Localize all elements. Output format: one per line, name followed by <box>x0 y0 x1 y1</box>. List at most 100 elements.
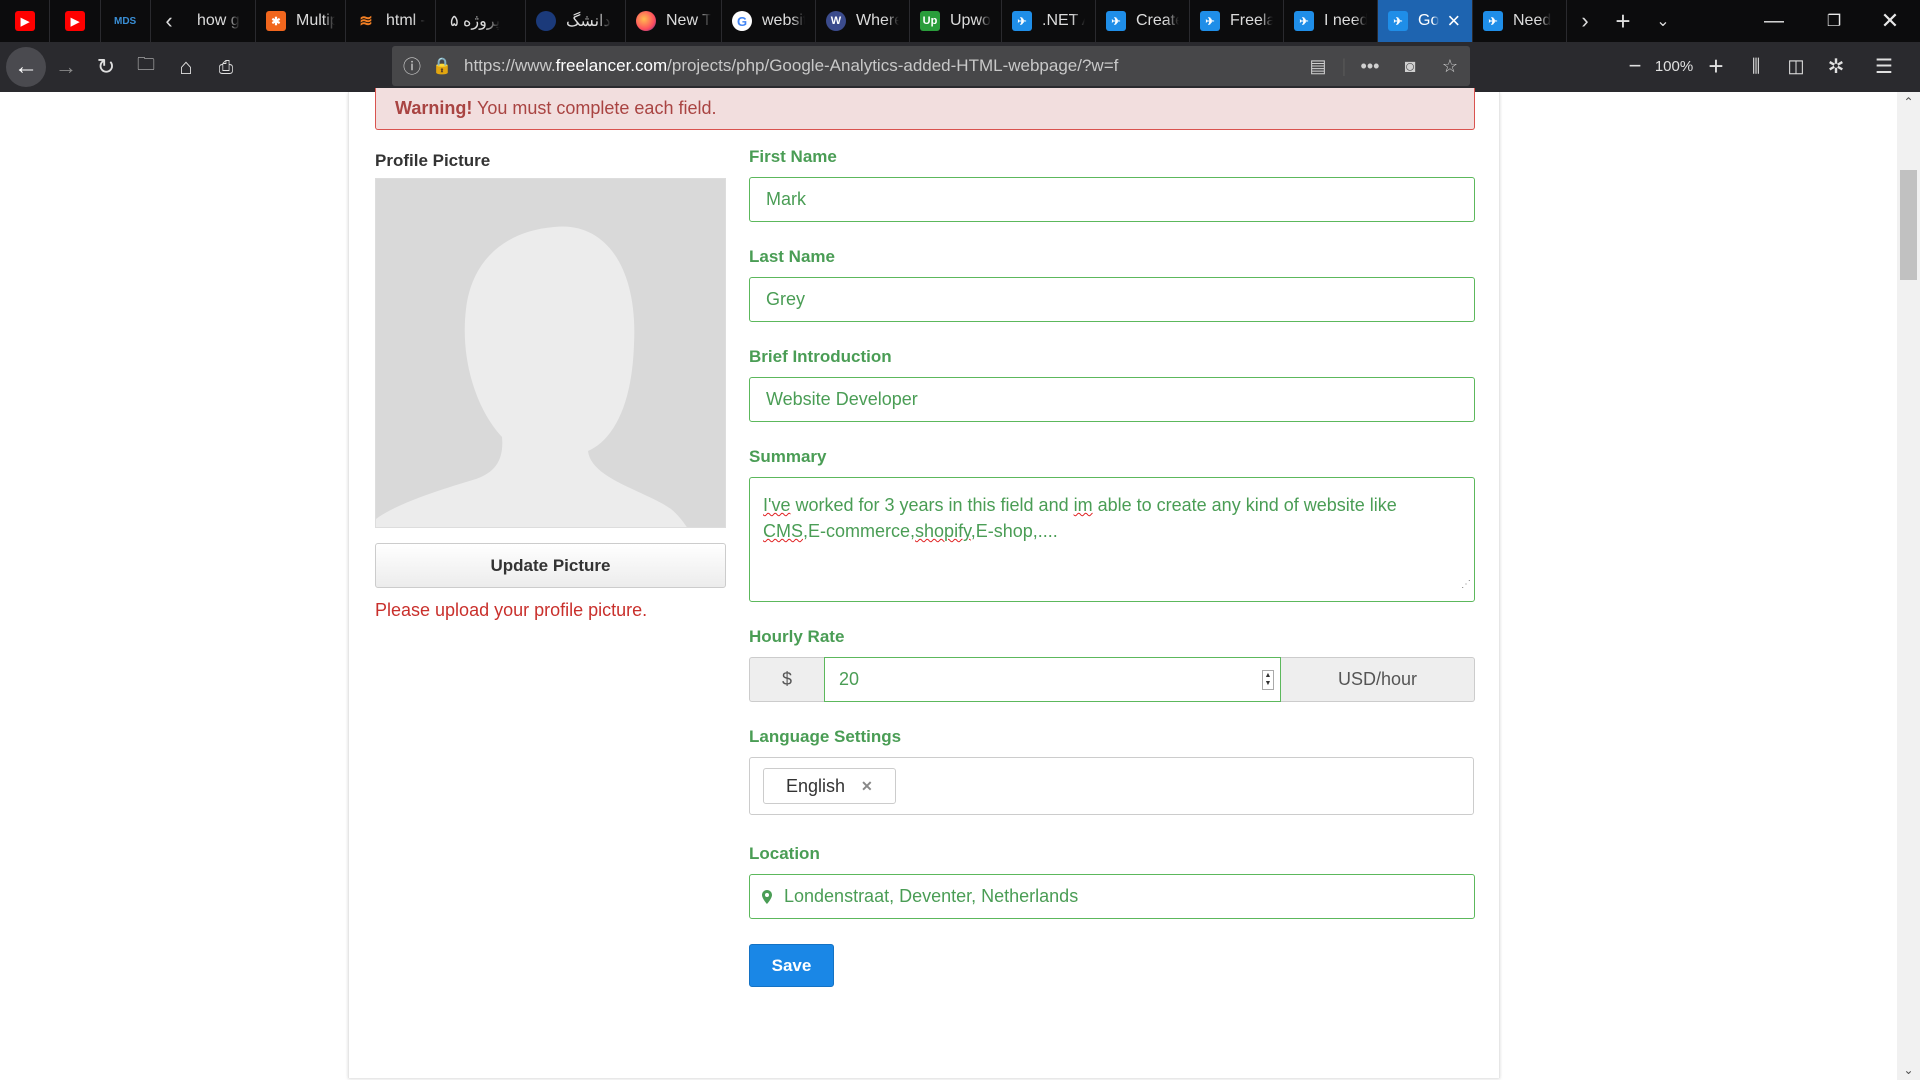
zoom-out-icon[interactable]: − <box>1618 46 1652 86</box>
menu-hamburger-icon[interactable]: ☰ <box>1856 46 1912 86</box>
reader-view-icon[interactable]: ▤ <box>1298 56 1338 77</box>
language-select[interactable]: English ✕ <box>749 757 1474 815</box>
hourly-rate-label: Hourly Rate <box>749 627 845 646</box>
update-picture-button[interactable]: Update Picture <box>375 543 726 588</box>
university-icon <box>536 11 556 31</box>
remove-language-icon[interactable]: ✕ <box>861 778 873 795</box>
hourly-rate-field[interactable]: 20 ▲ ▼ <box>824 657 1281 702</box>
brief-introduction-field[interactable]: Website Developer <box>749 377 1475 422</box>
first-name-field[interactable]: Mark <box>749 177 1475 222</box>
freelancer-icon: ✈ <box>1388 11 1408 31</box>
tab-freelancer[interactable]: ✈ Freela <box>1190 0 1284 42</box>
bookmark-star-icon[interactable]: ☆ <box>1430 56 1470 77</box>
close-window-icon[interactable]: ✕ <box>1862 0 1918 42</box>
tab-how[interactable]: how g <box>187 0 256 42</box>
print-icon[interactable]: ⎙ <box>206 47 246 87</box>
pocket-icon[interactable]: ◙ <box>1390 56 1430 77</box>
tab-youtube-1[interactable]: ▶ <box>0 0 50 42</box>
mds-icon: MDS <box>114 15 137 27</box>
tab-website[interactable]: Gwebsit <box>722 0 816 42</box>
profile-picture-label: Profile Picture <box>375 151 491 170</box>
orange-star-icon: ✱ <box>266 11 286 31</box>
firefox-icon <box>636 11 656 31</box>
scrollbar-thumb[interactable] <box>1900 170 1917 280</box>
save-button[interactable]: Save <box>749 944 834 987</box>
back-icon[interactable]: ← <box>6 47 46 87</box>
upwork-icon: Up <box>920 11 940 31</box>
freelancer-icon: ✈ <box>1294 11 1314 31</box>
avatar-silhouette-icon <box>376 179 725 527</box>
tab-multip[interactable]: ✱ Multip <box>256 0 346 42</box>
library-icon[interactable]: ⫼ <box>1736 46 1776 86</box>
brief-introduction-label: Brief Introduction <box>749 347 892 366</box>
tab-where[interactable]: W Where <box>816 0 910 42</box>
tab-create[interactable]: ✈Create <box>1096 0 1190 42</box>
url-bar[interactable]: ⓘ 🔒 https://www.freelancer.com/projects/… <box>392 46 1470 86</box>
summary-textarea[interactable]: I've worked for 3 years in this field an… <box>749 477 1475 602</box>
tab-scroll-right-icon[interactable]: › <box>1567 0 1603 42</box>
settings-gear-icon[interactable]: ✲ <box>1816 46 1856 86</box>
youtube-icon: ▶ <box>15 11 35 31</box>
freelancer-icon: ✈ <box>1483 11 1503 31</box>
tab-youtube-2[interactable]: ▶ <box>50 0 101 42</box>
tab-dotnet[interactable]: ✈.NET A <box>1002 0 1096 42</box>
sidebar-icon[interactable]: ◫ <box>1776 46 1816 86</box>
tab-upwork[interactable]: Up Upwo <box>910 0 1002 42</box>
profile-edit-card: Warning! You must complete each field. P… <box>348 88 1500 1078</box>
scroll-up-icon[interactable]: ⌃ <box>1897 92 1920 112</box>
tab-project5[interactable]: پروژه ۵ <box>436 0 526 42</box>
zoom-level[interactable]: 100% <box>1652 58 1696 75</box>
home-icon[interactable]: ⌂ <box>166 47 206 87</box>
freelancer-icon: ✈ <box>1012 11 1032 31</box>
list-tabs-icon[interactable]: ⌄ <box>1643 0 1683 42</box>
summary-label: Summary <box>749 447 827 466</box>
google-icon: G <box>732 11 752 31</box>
close-tab-icon[interactable]: × <box>1447 10 1460 32</box>
forward-icon[interactable]: → <box>46 47 86 87</box>
avatar-placeholder <box>375 178 726 528</box>
tab-strip: ▶ ▶ MDS ‹ how g ✱ Multip ≋ html - پروژه ۵ … <box>0 0 1920 42</box>
location-field[interactable]: Londenstraat, Deventer, Netherlands <box>749 874 1475 919</box>
freelancer-icon: ✈ <box>1200 11 1220 31</box>
minimize-icon[interactable]: — <box>1746 0 1802 42</box>
location-pin-icon <box>762 889 772 904</box>
tab-new[interactable]: New T <box>626 0 722 42</box>
tab-mds[interactable]: MDS <box>101 0 151 42</box>
tab-need[interactable]: ✈ Need <box>1473 0 1567 42</box>
youtube-icon: ▶ <box>65 11 85 31</box>
save-page-icon[interactable]: 🗀 <box>126 47 166 87</box>
info-icon[interactable]: ⓘ <box>392 53 432 79</box>
page-content: Warning! You must complete each field. P… <box>0 88 1920 1080</box>
zoom-in-icon[interactable]: + <box>1696 46 1736 86</box>
warning-alert: Warning! You must complete each field. <box>375 88 1475 130</box>
new-tab-icon[interactable]: + <box>1603 0 1643 42</box>
tab-scroll-left-icon[interactable]: ‹ <box>151 0 187 42</box>
first-name-label: First Name <box>749 147 837 166</box>
url-text[interactable]: https://www.freelancer.com/projects/php/… <box>464 56 1298 76</box>
language-chip: English ✕ <box>763 768 896 804</box>
scroll-down-icon[interactable]: ⌄ <box>1897 1060 1920 1080</box>
rate-unit-suffix: USD/hour <box>1281 657 1475 702</box>
page-scrollbar[interactable]: ⌃ ⌄ <box>1897 92 1920 1080</box>
zoom-controls: − 100% + ⫼ ◫ ✲ ☰ <box>1618 46 1912 86</box>
restore-icon[interactable]: ❐ <box>1806 0 1862 42</box>
wordpress-icon: W <box>826 11 846 31</box>
page-actions-icon[interactable]: ••• <box>1350 56 1390 77</box>
picture-error-text: Please upload your profile picture. <box>375 600 648 620</box>
currency-prefix: $ <box>749 657 824 702</box>
resize-handle-icon[interactable]: ⋰ <box>1461 572 1471 598</box>
tab-i-need[interactable]: ✈ I need <box>1284 0 1378 42</box>
language-settings-label: Language Settings <box>749 727 902 746</box>
reload-icon[interactable]: ↻ <box>86 47 126 87</box>
number-spinner-icon[interactable]: ▲ ▼ <box>1262 670 1274 690</box>
location-label: Location <box>749 844 820 863</box>
last-name-label: Last Name <box>749 247 835 266</box>
tab-html[interactable]: ≋ html - <box>346 0 436 42</box>
last-name-field[interactable]: Grey <box>749 277 1475 322</box>
freelancer-icon: ✈ <box>1106 11 1126 31</box>
tab-university[interactable]: دانشگ <box>526 0 626 42</box>
lock-icon: 🔒 <box>432 58 452 75</box>
stackoverflow-icon: ≋ <box>359 13 373 30</box>
tab-active-google-analytics[interactable]: ✈ Go × <box>1378 0 1473 42</box>
navigation-toolbar: ← → ↻ 🗀 ⌂ ⎙ ⓘ 🔒 https://www.freelancer.c… <box>0 42 1920 92</box>
